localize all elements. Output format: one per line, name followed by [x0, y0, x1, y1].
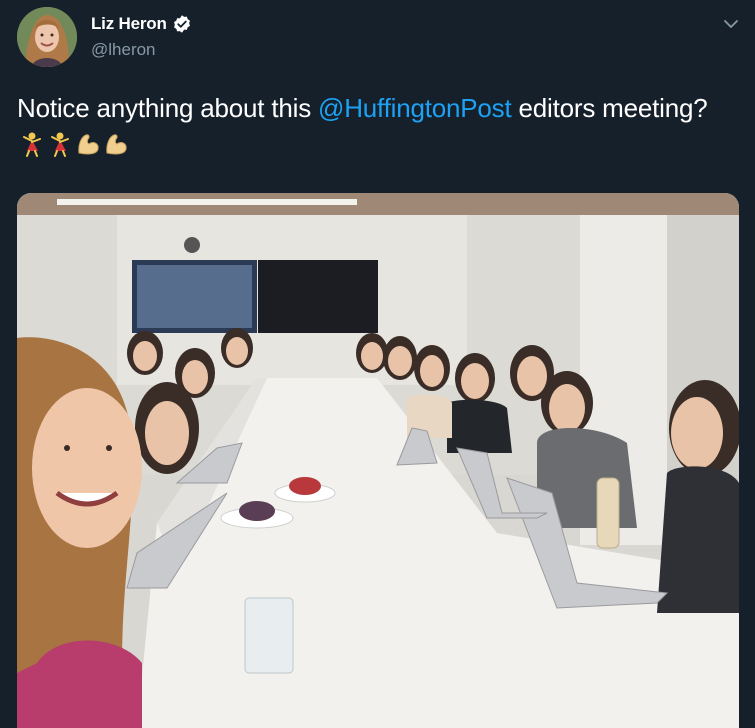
mention-link[interactable]: @HuffingtonPost	[318, 93, 512, 123]
flexed-biceps-emoji-icon	[103, 131, 129, 157]
display-name[interactable]: Liz Heron	[91, 14, 167, 34]
author-name-row[interactable]: Liz Heron	[91, 14, 192, 34]
tweet-text-part: Notice anything about this	[17, 93, 319, 123]
woman-dancing-emoji-icon	[19, 131, 45, 157]
tweet-text: Notice anything about this @HuffingtonPo…	[17, 90, 737, 162]
avatar[interactable]	[17, 7, 77, 67]
user-avatar-icon	[17, 7, 77, 67]
tweet-photo[interactable]	[17, 193, 739, 728]
tweet: Liz Heron @lheron Notice anything about …	[0, 0, 755, 728]
flexed-biceps-emoji-icon	[75, 131, 101, 157]
chevron-down-icon[interactable]	[721, 14, 741, 34]
meeting-room-photo-icon	[17, 193, 739, 728]
verified-badge-icon	[172, 14, 192, 34]
user-handle[interactable]: @lheron	[91, 40, 156, 60]
woman-dancing-emoji-icon	[47, 131, 73, 157]
tweet-text-part: editors meeting?	[511, 93, 708, 123]
